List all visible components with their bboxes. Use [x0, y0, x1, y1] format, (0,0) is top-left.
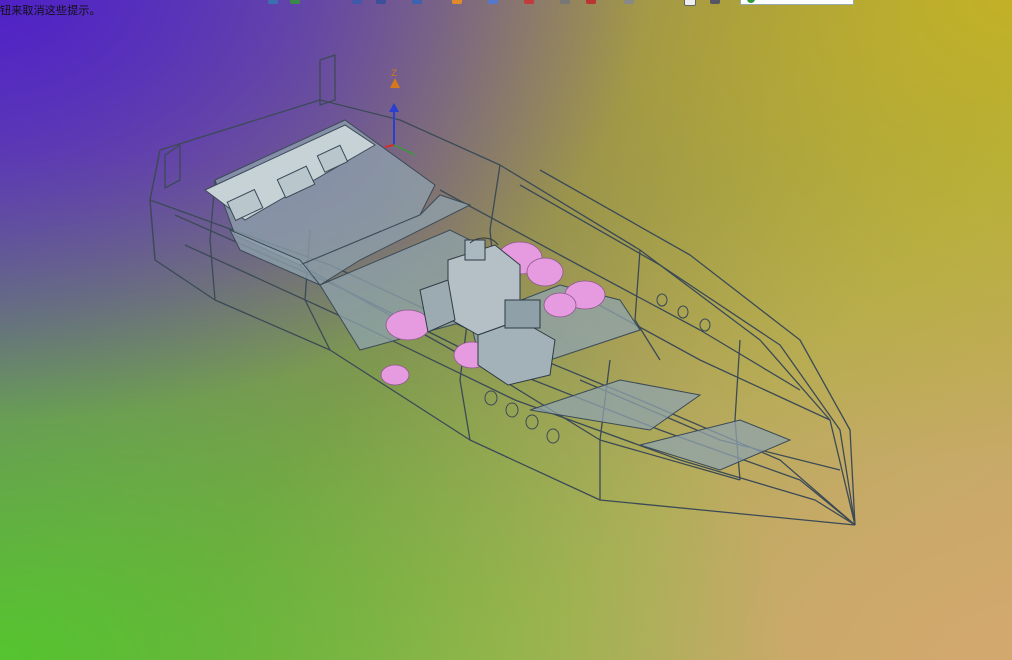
graphics-viewport[interactable]: 钮来取消这些提示。 Z [0, 0, 1012, 660]
boat-model[interactable]: Z [0, 0, 1012, 660]
coordinate-triad-icon: Z [384, 69, 416, 156]
triad-label: Z [391, 69, 397, 79]
